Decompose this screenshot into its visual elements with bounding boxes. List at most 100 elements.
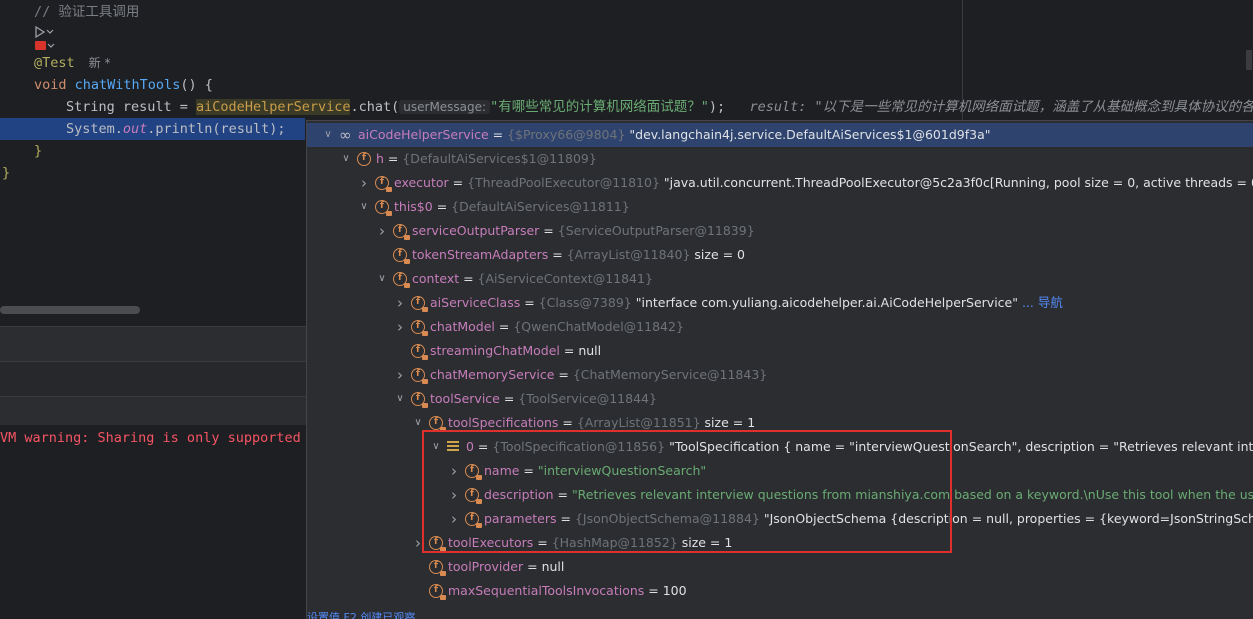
private-field-icon: f [393,272,407,286]
variable-row[interactable]: › f aiServiceClass = {Class@7389} "interfa… [307,291,1253,315]
highlight-box [422,430,952,553]
console-jvm-warning: VM warning: Sharing is only supported f [0,430,317,446]
collapse-arrow-icon[interactable]: ∨ [393,387,407,411]
expand-arrow-icon[interactable]: › [393,291,407,315]
variable-type: {ToolService@11844} [518,391,657,406]
editor-horizontal-scrollbar[interactable] [0,306,140,314]
view-link[interactable]: ... 导航 [1018,295,1063,310]
call-end: ); [709,99,725,115]
collapse-arrow-icon[interactable]: ∨ [357,195,371,219]
variable-name: executor [394,175,449,190]
variable-type: {QwenChatModel@11842} [513,319,684,334]
variable-text: this$0 = {DefaultAiServices@11811} [394,195,630,219]
variable-name: streamingChatModel [430,343,560,358]
expand-arrow-icon[interactable]: › [393,315,407,339]
private-field-icon: f [429,416,443,430]
variable-type: {ArrayList@11851} [577,415,701,430]
variable-text: chatModel = {QwenChatModel@11842} [430,315,684,339]
method-declaration: void chatWithTools() { [34,74,213,96]
expand-arrow-icon[interactable]: › [357,171,371,195]
variable-row[interactable]: ›fchatMemoryService = {ChatMemoryService… [307,363,1253,387]
variable-row[interactable]: ∨fh = {DefaultAiServices$1@11809} [307,147,1253,171]
expand-arrow-icon[interactable]: › [393,363,407,387]
variable-text: toolService = {ToolService@11844} [430,387,657,411]
test-annotation: @Test [34,55,75,71]
assignment-line: String result = aiCodeHelperService.chat… [66,96,1253,118]
out-field: out [123,121,147,137]
equals-sign: = [558,415,576,430]
variable-row[interactable]: ∨fthis$0 = {DefaultAiServices@11811} [307,195,1253,219]
variable-text: executor = {ThreadPoolExecutor@11810} "j… [394,171,1253,195]
message-string: "有哪些常见的计算机网络面试题？" [490,99,709,115]
variable-text: aiCodeHelperService = {$Proxy66@9804} "d… [358,123,990,147]
collapse-arrow-icon[interactable]: ∨ [321,123,335,147]
variable-value: null [542,559,565,574]
equals-sign: = [489,127,507,142]
equals-sign: = [433,199,451,214]
variable-name: aiServiceClass [430,295,520,310]
variable-name: tokenStreamAdapters [412,247,548,262]
variable-row[interactable]: ∨ f toolService = {ToolService@11844} [307,387,1253,411]
private-field-icon: f [411,296,425,310]
private-field-icon: f [429,560,443,574]
test-status-icon[interactable] [34,38,56,52]
variable-row[interactable]: ›fchatModel = {QwenChatModel@11842} [307,315,1253,339]
private-field-icon: f [411,392,425,406]
outer-brace: } [2,162,10,184]
variable-type: {AiServiceContext@11841} [478,271,653,286]
variable-row[interactable]: ftokenStreamAdapters = {ArrayList@11840}… [307,243,1253,267]
variable-row[interactable]: ∨fcontext = {AiServiceContext@11841} [307,267,1253,291]
run-gutter-icon[interactable] [34,24,54,38]
equals-sign: = [495,319,513,334]
tool-window-toolbar [0,362,306,396]
field-icon: f [357,152,371,166]
variable-row[interactable]: › f serviceOutputParser = {ServiceOutputPa… [307,219,1253,243]
variable-name: chatModel [430,319,495,334]
variable-type: {Class@7389} [539,295,632,310]
equals-sign: = [548,247,566,262]
debug-variables-popup[interactable]: ∨∞aiCodeHelperService = {$Proxy66@9804} … [306,120,1253,619]
variable-name: toolService [430,391,500,406]
code-comment: // 验证工具调用 [34,1,139,23]
variable-type: {ServiceOutputParser@11839} [558,223,755,238]
inline-debug-value: result: "以下是一些常见的计算机网络面试题，涵盖了从基础概念到具体协议的… [750,99,1253,115]
variable-name: aiCodeHelperService [358,127,489,142]
variable-type: {$Proxy66@9804} [507,127,625,142]
println-call: .println(result); [147,121,285,137]
collapse-arrow-icon[interactable]: ∨ [375,267,389,291]
variable-value: "interface com.yuliang.aicodehelper.ai.A… [632,295,1018,310]
inner-brace: } [34,140,42,162]
tool-window-header [0,327,306,361]
collapse-arrow-icon[interactable]: ∨ [339,147,353,171]
equals-sign: = [459,271,477,286]
private-field-icon: f [393,224,407,238]
private-field-icon: f [375,176,389,190]
variable-text: toolProvider = null [448,555,564,579]
void-keyword: void [34,77,67,93]
variable-name: this$0 [394,199,433,214]
variable-name: h [376,151,384,166]
method-name: chatWithTools [75,77,181,93]
variable-row[interactable]: fstreamingChatModel = null [307,339,1253,363]
variable-value: size = 0 [690,247,745,262]
equals-sign: = [539,223,557,238]
variable-type: {ChatMemoryService@11843} [573,367,767,382]
equals-sign: = [520,295,538,310]
equals-sign: = [554,367,572,382]
variable-row[interactable]: f maxSequentialToolsInvocations = 100 [307,579,1253,603]
tool-window-area: VM warning: Sharing is only supported f [0,316,306,618]
private-field-icon: f [429,584,443,598]
string-result-decl: String result = [66,99,196,115]
equals-sign: = [560,343,578,358]
new-marker: 新 * [89,56,111,70]
variable-name: chatMemoryService [430,367,554,382]
variable-row[interactable]: f toolProvider = null [307,555,1253,579]
variable-value: 100 [663,583,687,598]
variable-text: serviceOutputParser = {ServiceOutputPars… [412,219,755,243]
expand-arrow-icon[interactable]: › [375,219,389,243]
variable-row[interactable]: › f executor = {ThreadPoolExecutor@11810} … [307,171,1253,195]
method-parens: () { [180,77,213,93]
variable-row[interactable]: ∨∞aiCodeHelperService = {$Proxy66@9804} … [307,123,1253,147]
variable-text: maxSequentialToolsInvocations = 100 [448,579,687,603]
editor-vertical-scrollbar[interactable] [1246,50,1252,70]
